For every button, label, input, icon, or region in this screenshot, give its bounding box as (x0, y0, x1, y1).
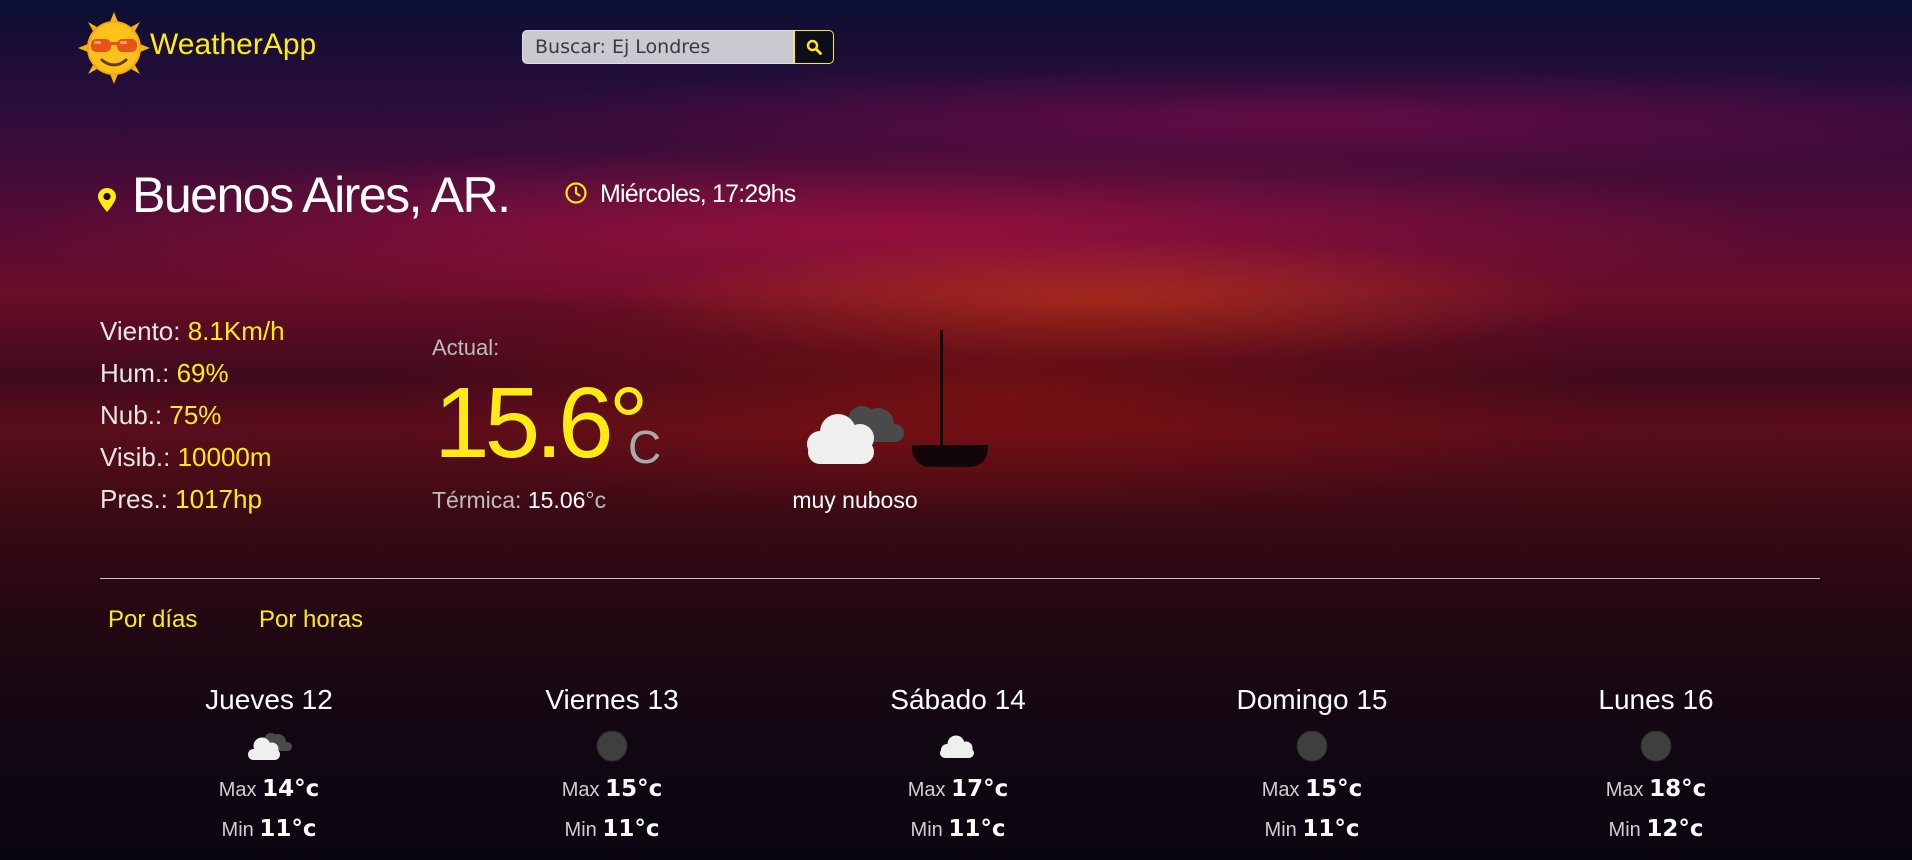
forecast-day: Viernes 13 Max 15°c Min 11°c (492, 684, 732, 850)
header: WeatherApp (0, 0, 1912, 90)
weather-stats: Viento: 8.1Km/h Hum.: 69% Nub.: 75% Visi… (100, 313, 285, 523)
clock-icon (565, 182, 587, 204)
stat-humidity: Hum.: 69% (100, 358, 229, 388)
forecast-day: Lunes 16 Max 18°c Min 12°c (1536, 684, 1776, 850)
forecast-day-name: Domingo 15 (1236, 684, 1388, 715)
overcast-icon (1296, 730, 1328, 762)
forecast-min: Min 11°c (1264, 816, 1360, 842)
forecast-min: Min 12°c (1608, 816, 1704, 842)
tab-por-dias[interactable]: Por días (108, 606, 197, 634)
tab-por-horas[interactable]: Por horas (259, 606, 363, 634)
stat-visibility: Visib.: 10000m (100, 442, 272, 472)
search-icon (806, 39, 822, 55)
app-title[interactable]: WeatherApp (150, 28, 316, 62)
forecast-max: Max 14°c (218, 776, 320, 802)
forecast-day-name: Jueves 12 (205, 684, 333, 715)
divider (100, 578, 1820, 579)
current-temperature: 15.6° (434, 367, 649, 479)
forecast-day: Jueves 12 Max 14°c Min 11°c (149, 684, 389, 850)
forecast-day-name: Sábado 14 (890, 684, 1026, 715)
cloud-icon (940, 735, 974, 758)
background-boat-mast (940, 330, 943, 460)
search-bar (522, 30, 834, 64)
background-boat-hull (912, 445, 988, 467)
forecast-max: Max 17°c (907, 776, 1009, 802)
location-pin-icon (98, 188, 116, 212)
overcast-icon (1640, 730, 1672, 762)
current-description: muy nuboso (792, 487, 918, 513)
forecast-min: Min 11°c (221, 816, 317, 842)
stat-clouds: Nub.: 75% (100, 400, 222, 430)
forecast-max: Max 15°c (561, 776, 663, 802)
forecast-day-name: Lunes 16 (1598, 684, 1714, 715)
overcast-icon (596, 730, 628, 762)
cloudy-icon (248, 733, 292, 760)
cloudy-icon (807, 406, 904, 464)
forecast-day: Domingo 15 Max 15°c Min 11°c (1192, 684, 1432, 850)
forecast-day: Sábado 14 Max 17°c Min 11°c (838, 684, 1078, 850)
forecast-min: Min 11°c (910, 816, 1006, 842)
city-name: Buenos Aires, AR. (132, 167, 511, 223)
search-input[interactable] (522, 30, 794, 64)
stat-pressure: Pres.: 1017hp (100, 484, 262, 514)
search-button[interactable] (794, 30, 834, 64)
forecast-min: Min 11°c (564, 816, 660, 842)
current-temp-label: Actual: (432, 335, 500, 360)
feels-like: Térmica: 15.06°c (432, 487, 607, 513)
local-datetime: Miércoles, 17:29hs (600, 180, 796, 208)
current-temp-unit: C (628, 421, 662, 473)
sun-sunglasses-logo-icon[interactable] (78, 12, 150, 84)
stat-wind: Viento: 8.1Km/h (100, 316, 285, 346)
forecast-max: Max 18°c (1605, 776, 1707, 802)
forecast-max: Max 15°c (1261, 776, 1363, 802)
forecast-day-name: Viernes 13 (545, 684, 679, 715)
